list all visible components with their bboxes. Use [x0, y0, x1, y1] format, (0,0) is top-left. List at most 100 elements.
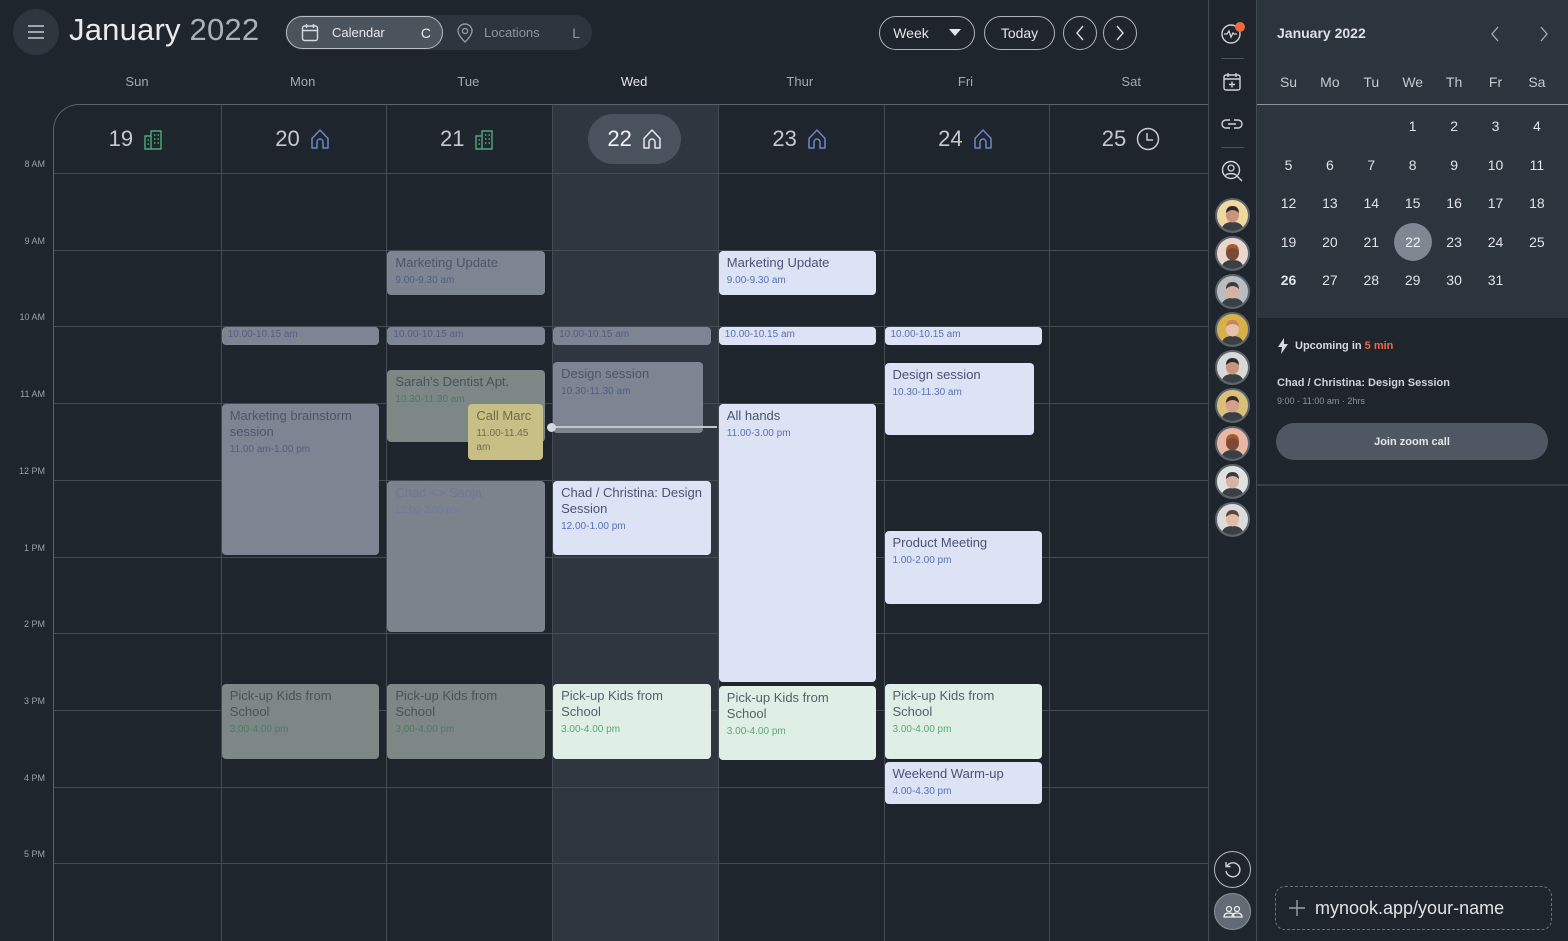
- team-member-avatar[interactable]: [1215, 236, 1250, 271]
- team-member-avatar[interactable]: [1215, 426, 1250, 461]
- mini-calendar-day[interactable]: 22: [1393, 222, 1432, 261]
- mini-calendar-day[interactable]: 30: [1434, 261, 1475, 299]
- hamburger-menu-icon: [28, 25, 44, 39]
- mini-calendar-day[interactable]: 17: [1475, 184, 1516, 222]
- calendar-event[interactable]: Call Marc 11.00-11.45 am: [468, 404, 544, 460]
- event-time: 10.00-10.15 am: [559, 329, 630, 341]
- hour-label: 8 AM: [24, 159, 45, 169]
- calendar-event[interactable]: 10.00-10.15 am: [387, 327, 546, 345]
- calendar-event[interactable]: Pick-up Kids from School 3.00-4.00 pm: [884, 684, 1043, 759]
- title-month: January: [69, 12, 181, 47]
- next-week-button[interactable]: [1103, 16, 1137, 50]
- mini-calendar-day[interactable]: 23: [1434, 223, 1475, 261]
- day-header-24[interactable]: 24: [883, 114, 1049, 164]
- mini-calendar-day[interactable]: 8: [1392, 146, 1433, 184]
- calendar-event[interactable]: Pick-up Kids from School 3.00-4.00 pm: [387, 684, 546, 759]
- add-event-button[interactable]: [1218, 68, 1246, 96]
- calendar-event[interactable]: Marketing Update 9.00-9.30 am: [387, 250, 546, 295]
- day-header-21[interactable]: 21: [385, 114, 551, 164]
- mini-calendar-day[interactable]: 25: [1516, 223, 1557, 261]
- mini-calendar-day[interactable]: 27: [1309, 261, 1350, 299]
- segment-locations[interactable]: Locations L: [455, 16, 590, 49]
- mini-calendar-day[interactable]: 12: [1268, 184, 1309, 222]
- previous-week-button[interactable]: [1063, 16, 1097, 50]
- event-time: 12.00-2.00 pm: [395, 504, 460, 516]
- team-member-avatar[interactable]: [1215, 388, 1250, 423]
- mini-calendar-day[interactable]: 1: [1392, 107, 1433, 145]
- team-member-avatar[interactable]: [1215, 464, 1250, 499]
- day-header-22[interactable]: 22: [588, 114, 682, 164]
- personal-link-button[interactable]: mynook.app/your-name: [1275, 886, 1552, 930]
- mini-calendar-day[interactable]: 15: [1392, 184, 1433, 222]
- event-title: Chad <> Sanja: [395, 484, 483, 500]
- calendar-event[interactable]: Chad <> Sanja 12.00-2.00 pm: [387, 480, 546, 633]
- mini-calendar-day[interactable]: 11: [1516, 146, 1557, 184]
- calendar-icon: [301, 24, 319, 42]
- day-header-20[interactable]: 20: [220, 114, 386, 164]
- mini-calendar-day[interactable]: 7: [1351, 146, 1392, 184]
- mini-calendar-day[interactable]: 3: [1475, 107, 1516, 145]
- today-button[interactable]: Today: [984, 16, 1055, 50]
- mini-calendar-prev-button[interactable]: [1486, 24, 1504, 44]
- event-time: 10.00-10.15 am: [890, 329, 961, 341]
- mini-calendar-day[interactable]: 16: [1434, 184, 1475, 222]
- calendar-event[interactable]: Marketing brainstorm session 11.00 am-1.0…: [221, 404, 380, 556]
- weekday-label: Sat: [1121, 74, 1141, 89]
- calendar-event[interactable]: Design session 10.30-11.30 am: [553, 361, 703, 433]
- team-member-avatar[interactable]: [1215, 502, 1250, 537]
- find-person-button[interactable]: [1218, 157, 1246, 185]
- mini-calendar-day[interactable]: 5: [1268, 146, 1309, 184]
- mini-calendar-day[interactable]: 6: [1309, 146, 1350, 184]
- mini-calendar-day[interactable]: 18: [1516, 184, 1557, 222]
- calendar-event[interactable]: Pick-up Kids from School 3.00-4.00 pm: [718, 685, 877, 761]
- view-select-dropdown[interactable]: Week: [879, 16, 975, 50]
- home-icon: [973, 128, 993, 150]
- team-member-avatar[interactable]: [1215, 198, 1250, 233]
- mini-calendar-day[interactable]: 28: [1351, 261, 1392, 299]
- day-header-19[interactable]: 19: [54, 114, 220, 164]
- event-title: Design session: [561, 365, 650, 381]
- mini-calendar-day[interactable]: 21: [1351, 223, 1392, 261]
- calendar-event[interactable]: Chad / Christina: Design Session 12.00-1.…: [553, 480, 711, 556]
- hour-label: 3 PM: [23, 695, 45, 706]
- segment-calendar[interactable]: Calendar C: [286, 16, 443, 49]
- calendar-event[interactable]: Weekend Warm-up 4.00-4.30 pm: [884, 762, 1043, 804]
- calendar-event[interactable]: Marketing Update 9.00-9.30 am: [718, 250, 877, 295]
- calendar-event[interactable]: Pick-up Kids from School 3.00-4.00 pm: [553, 684, 711, 759]
- mini-calendar-day[interactable]: 29: [1392, 261, 1433, 299]
- chevron-left-icon: [1491, 26, 1499, 42]
- activity-button[interactable]: [1218, 19, 1246, 47]
- team-member-avatar[interactable]: [1215, 312, 1250, 347]
- refresh-button[interactable]: [1214, 851, 1251, 888]
- calendar-event[interactable]: All hands 11.00-3.00 pm: [718, 404, 877, 683]
- mini-calendar-day[interactable]: 24: [1475, 223, 1516, 261]
- rail-divider: [1221, 147, 1244, 148]
- calendar-event[interactable]: 10.00-10.15 am: [718, 327, 877, 345]
- event-title: Weekend Warm-up: [892, 766, 1004, 782]
- mini-calendar-day[interactable]: 26: [1268, 261, 1309, 299]
- day-header-25[interactable]: 25: [1048, 114, 1214, 164]
- mini-calendar-day[interactable]: 14: [1351, 184, 1392, 222]
- day-header-23[interactable]: 23: [717, 114, 883, 164]
- menu-button[interactable]: [13, 9, 59, 55]
- team-member-avatar[interactable]: [1215, 350, 1250, 385]
- calendar-event[interactable]: 10.00-10.15 am: [553, 327, 711, 345]
- mini-calendar-day[interactable]: 2: [1434, 107, 1475, 145]
- mini-calendar-day[interactable]: 20: [1309, 223, 1350, 261]
- mini-calendar-day[interactable]: 31: [1475, 261, 1516, 299]
- calendar-event[interactable]: Design session 10.30-11.30 am: [884, 363, 1035, 436]
- calendar-event[interactable]: Product Meeting 1.00-2.00 pm: [884, 530, 1043, 604]
- mini-calendar-day[interactable]: 13: [1309, 184, 1350, 222]
- mini-calendar-day[interactable]: 10: [1475, 146, 1516, 184]
- calendar-event[interactable]: 10.00-10.15 am: [884, 327, 1043, 345]
- team-button[interactable]: [1214, 893, 1251, 930]
- share-link-button[interactable]: [1218, 110, 1246, 138]
- join-zoom-call-button[interactable]: Join zoom call: [1276, 423, 1548, 460]
- mini-calendar-next-button[interactable]: [1535, 24, 1553, 44]
- mini-calendar-day[interactable]: 4: [1516, 107, 1557, 145]
- mini-calendar-day[interactable]: 19: [1268, 223, 1309, 261]
- calendar-event[interactable]: 10.00-10.15 am: [221, 327, 380, 345]
- team-member-avatar[interactable]: [1215, 274, 1250, 309]
- mini-calendar-day[interactable]: 9: [1434, 146, 1475, 184]
- calendar-event[interactable]: Pick-up Kids from School 3.00-4.00 pm: [221, 684, 380, 759]
